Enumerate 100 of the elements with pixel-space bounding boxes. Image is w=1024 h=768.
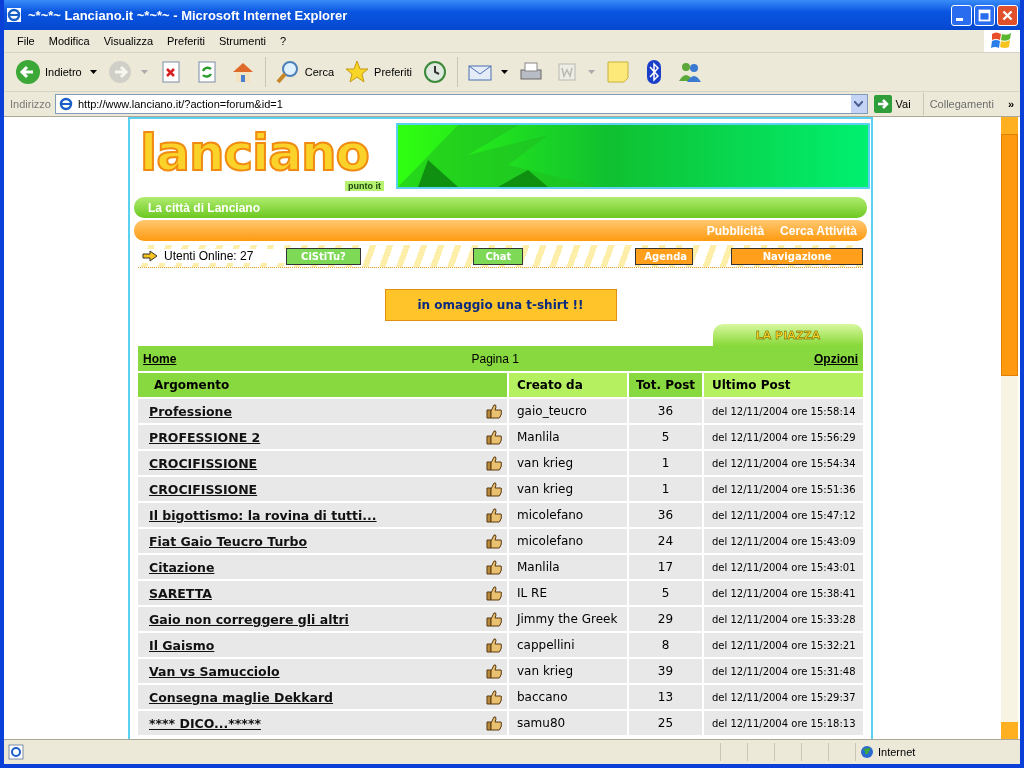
menu-item[interactable]: Preferiti — [160, 35, 212, 47]
thumbs-up-icon — [485, 559, 503, 575]
menu-item[interactable]: Visualizza — [96, 35, 161, 47]
last-post-cell: del 12/11/2004 ore 15:47:12 — [702, 503, 863, 527]
author-cell: van krieg — [507, 477, 627, 501]
thumbs-up-icon — [485, 533, 503, 549]
menu-item[interactable]: Strumenti — [211, 35, 273, 47]
windows-logo-icon — [984, 30, 1020, 52]
promo-banner[interactable]: in omaggio una t-shirt !! — [384, 289, 617, 321]
star-icon — [344, 59, 371, 85]
menu-item[interactable]: File — [10, 35, 42, 47]
thumbs-up-icon — [485, 663, 503, 679]
globe-icon — [860, 745, 874, 759]
page-icon — [57, 96, 74, 112]
author-cell: samu80 — [507, 711, 627, 735]
last-post-cell: del 12/11/2004 ore 15:51:36 — [702, 477, 863, 501]
post-count-cell: 5 — [627, 425, 702, 449]
topic-link[interactable]: Il Gaismo — [149, 637, 485, 653]
go-label: Vai — [895, 98, 911, 110]
address-field[interactable]: http://www.lanciano.it/?action=forum&id=1 — [54, 94, 868, 114]
back-button[interactable]: Indietro — [12, 55, 100, 89]
topic-link[interactable]: Fiat Gaio Teucro Turbo — [149, 533, 485, 549]
last-post-cell: del 12/11/2004 ore 15:18:13 — [702, 711, 863, 735]
address-label: Indirizzo — [10, 98, 51, 110]
button-label: Cerca — [304, 66, 335, 78]
post-count-cell: 17 — [627, 555, 702, 579]
online-users: Utenti Online: 27 — [164, 249, 254, 263]
topic-link[interactable]: Consegna maglie Dekkard — [149, 689, 485, 705]
button-label: Preferiti — [374, 66, 412, 78]
author-cell: gaio_teucro — [507, 399, 627, 423]
author-cell: baccano — [507, 685, 627, 709]
topic-link[interactable]: Gaio non correggere gli altri — [149, 611, 485, 627]
column-header: Creato da — [507, 373, 627, 397]
topic-link[interactable]: Van vs Samucciolo — [149, 663, 485, 679]
last-post-cell: del 12/11/2004 ore 15:56:29 — [702, 425, 863, 449]
thumbs-up-icon — [485, 611, 503, 627]
caret-icon — [500, 70, 508, 74]
topic-link[interactable]: SARETTA — [149, 585, 485, 601]
dropdown-button[interactable] — [850, 95, 867, 113]
menu-item[interactable]: Modifica — [41, 35, 97, 47]
last-post-cell: del 12/11/2004 ore 15:31:48 — [702, 659, 863, 683]
topic-link[interactable]: Citazione — [149, 559, 485, 575]
last-post-cell: del 12/11/2004 ore 15:32:21 — [702, 633, 863, 657]
scrollbar[interactable] — [1001, 117, 1018, 739]
author-cell: Manlila — [507, 425, 627, 449]
post-count-cell: 24 — [627, 529, 702, 553]
last-post-cell: del 12/11/2004 ore 15:54:34 — [702, 451, 863, 475]
clock-icon — [421, 59, 448, 85]
caret-icon — [587, 70, 595, 74]
menu-item[interactable]: ? — [273, 35, 294, 47]
post-count-cell: 13 — [627, 685, 702, 709]
post-count-cell: 1 — [627, 477, 702, 501]
topic-link[interactable]: **** DICO...***** — [149, 715, 485, 731]
thumbs-up-icon — [485, 715, 503, 731]
topic-link[interactable]: CROCIFISSIONE — [149, 481, 485, 497]
go-button[interactable]: Vai — [871, 95, 919, 113]
caret-icon — [89, 70, 97, 74]
topic-link[interactable]: CROCIFISSIONE — [149, 455, 485, 471]
author-cell: van krieg — [507, 451, 627, 475]
topic-link[interactable]: Il bigottismo: la rovina di tutti... — [149, 507, 485, 523]
site-logo[interactable]: lanciano punto it — [140, 123, 388, 191]
tagline: La città di Lanciano — [148, 200, 261, 215]
column-header: Ultimo Post — [702, 373, 863, 397]
links-button[interactable]: Collegamenti » — [922, 93, 1020, 115]
favorites-button[interactable]: Preferiti — [341, 55, 415, 89]
note-icon — [604, 59, 631, 85]
more-chevron: » — [1007, 98, 1014, 110]
column-header: Argomento — [138, 373, 507, 397]
minimize-button[interactable] — [951, 4, 972, 26]
security-zone: Internet — [878, 746, 916, 758]
thumbs-up-icon — [485, 585, 503, 601]
topic-link[interactable]: PROFESSIONE 2 — [149, 429, 485, 445]
maximize-button[interactable] — [974, 4, 995, 26]
author-cell: cappellini — [507, 633, 627, 657]
post-count-cell: 29 — [627, 607, 702, 631]
search-button[interactable]: Cerca — [271, 55, 338, 89]
author-cell: micolefano — [507, 529, 627, 553]
post-count-cell: 8 — [627, 633, 702, 657]
post-count-cell: 39 — [627, 659, 702, 683]
home-link[interactable]: Home — [143, 351, 177, 366]
thumbs-up-icon — [485, 481, 503, 497]
options-link[interactable]: Opzioni — [814, 351, 858, 366]
thumbs-up-icon — [485, 689, 503, 705]
chevron-down-icon — [854, 101, 864, 107]
links-label: Collegamenti — [929, 98, 994, 110]
thumbs-up-icon — [485, 403, 503, 419]
thumbs-up-icon — [485, 455, 503, 471]
last-post-cell: del 12/11/2004 ore 15:58:14 — [702, 399, 863, 423]
browser-icon — [6, 7, 22, 23]
caret-icon — [140, 70, 148, 74]
last-post-cell: del 12/11/2004 ore 15:29:37 — [702, 685, 863, 709]
author-cell: Jimmy the Greek — [507, 607, 627, 631]
minimize-icon — [956, 17, 963, 21]
author-cell: micolefano — [507, 503, 627, 527]
close-button[interactable] — [997, 4, 1018, 26]
window-title: ~*~*~ Lanciano.it ~*~*~ - Microsoft Internet Explorer — [28, 7, 349, 23]
author-cell: IL RE — [507, 581, 627, 605]
author-cell: van krieg — [507, 659, 627, 683]
search-icon — [274, 59, 301, 85]
topic-link[interactable]: Professione — [149, 403, 485, 419]
